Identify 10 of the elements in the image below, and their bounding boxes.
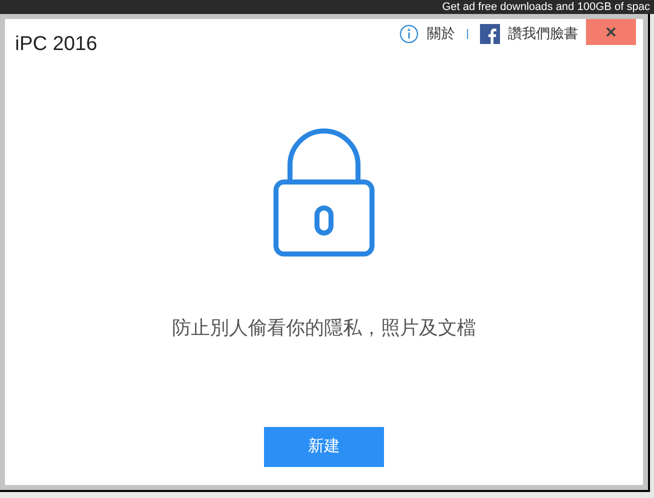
- lock-icon: [273, 127, 375, 257]
- window-title: iPC 2016: [15, 32, 98, 57]
- info-icon[interactable]: [399, 24, 419, 44]
- privacy-message: 防止別人偷看你的隱私，照片及文檔: [171, 317, 477, 341]
- facebook-icon[interactable]: [480, 24, 500, 44]
- close-icon[interactable]: [606, 27, 616, 37]
- banner-text: Get ad free downloads and 100GB of spac: [442, 1, 650, 13]
- about-link[interactable]: 關於: [427, 23, 455, 44]
- facebook-link[interactable]: 讚我們臉書: [508, 23, 578, 44]
- close-button[interactable]: [586, 19, 636, 45]
